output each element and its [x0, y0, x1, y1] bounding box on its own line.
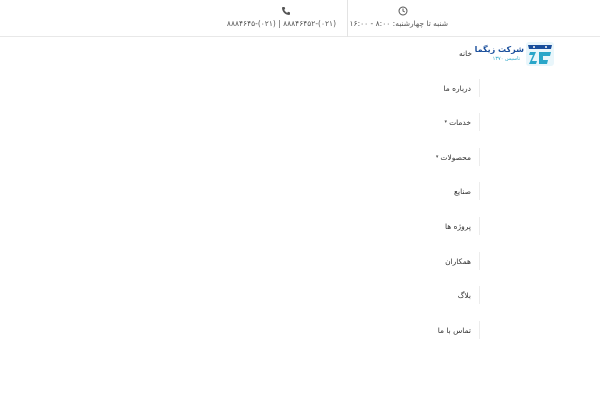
- site-logo[interactable]: شرکت زیگما تاسیس ۱۳۷۰: [475, 40, 555, 70]
- phone-info: (۰۲۱)-۸۸۸۴۶۴۵۲ | (۰۲۱)-۸۸۸۴۶۴۵: [227, 6, 336, 28]
- clock-icon: [398, 6, 408, 16]
- topbar-divider: [347, 0, 348, 37]
- top-info-bar: (۰۲۱)-۸۸۸۴۶۴۵۲ | (۰۲۱)-۸۸۸۴۶۴۵ شنبه تا چ…: [0, 0, 600, 37]
- nav-item-label: خدمات: [449, 117, 471, 127]
- nav-item-contact[interactable]: تماس با ما: [420, 321, 480, 339]
- nav-item-industries[interactable]: صنایع: [420, 182, 480, 200]
- nav-item-services[interactable]: ▾ خدمات: [420, 113, 480, 131]
- logo-company-name: شرکت زیگما: [474, 45, 524, 54]
- nav-item-partners[interactable]: همکاران: [420, 252, 480, 270]
- nav-item-projects[interactable]: پروژه ها: [420, 217, 480, 235]
- working-hours-text: شنبه تا چهارشنبه: ۸:۰۰ - ۱۶:۰۰: [349, 19, 448, 28]
- nav-item-label: پروژه ها: [444, 221, 471, 231]
- phone-icon: [282, 7, 290, 15]
- chevron-down-icon: ▾: [435, 154, 439, 160]
- nav-item-blog[interactable]: بلاگ: [420, 286, 480, 304]
- nav-item-label: محصولات: [440, 152, 471, 162]
- nav-item-label: درباره ما: [443, 83, 471, 93]
- phone-numbers[interactable]: (۰۲۱)-۸۸۸۴۶۴۵۲ | (۰۲۱)-۸۸۸۴۶۴۵: [227, 19, 336, 28]
- zigma-logo-icon: [526, 42, 554, 66]
- nav-item-label: همکاران: [445, 256, 471, 266]
- chevron-down-icon: ▾: [444, 119, 448, 125]
- nav-item-label: تماس با ما: [437, 325, 471, 335]
- nav-item-label: صنایع: [454, 186, 471, 196]
- logo-subtitle: تاسیس ۱۳۷۰: [492, 56, 520, 62]
- nav-item-about[interactable]: درباره ما: [420, 79, 480, 97]
- nav-item-home[interactable]: خانه: [420, 44, 480, 62]
- nav-item-products[interactable]: ▾ محصولات: [420, 148, 480, 166]
- working-hours: شنبه تا چهارشنبه: ۸:۰۰ - ۱۶:۰۰: [349, 6, 448, 28]
- nav-item-label: خانه: [458, 48, 472, 58]
- nav-item-label: بلاگ: [457, 290, 471, 300]
